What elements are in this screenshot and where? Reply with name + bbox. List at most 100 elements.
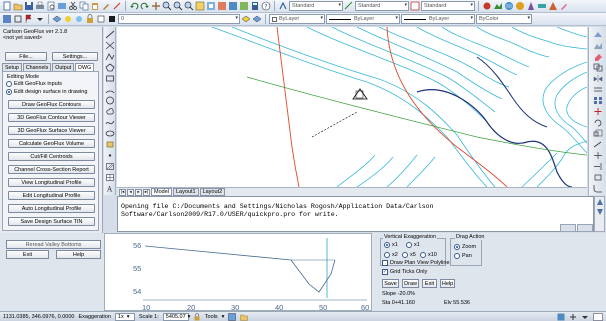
profile-save-button[interactable]: Save — [382, 279, 399, 288]
move-icon[interactable] — [593, 107, 603, 116]
point-icon[interactable] — [105, 151, 115, 160]
ellipse-icon[interactable] — [105, 129, 115, 138]
scroll-left-icon[interactable] — [560, 224, 576, 232]
layer-dropdown[interactable]: 0 ▾ — [118, 14, 240, 24]
exaggeration-dropdown[interactable]: 1x ▾ — [114, 312, 135, 321]
surface-3d-icon[interactable] — [593, 30, 603, 39]
workspace-icon[interactable] — [2, 14, 12, 24]
calculator-icon[interactable] — [250, 1, 260, 11]
command-scrollbar[interactable] — [594, 196, 605, 232]
plot-style-dropdown[interactable]: ByColor ▾ — [476, 14, 532, 24]
reread-valley-bottoms-button[interactable]: Reread Valley Bottoms — [6, 240, 101, 249]
scale-dropdown[interactable]: 5405.07 ▾ — [162, 312, 190, 321]
zoom-realtime-icon[interactable] — [162, 1, 172, 11]
exaggeration-option-4[interactable]: x5 — [402, 252, 416, 258]
scroll-right-icon[interactable] — [577, 224, 593, 232]
table-style-dropdown[interactable]: Standard ▾ — [421, 1, 475, 11]
layer-manager-icon[interactable] — [52, 14, 62, 24]
tool-palettes-icon[interactable] — [217, 1, 227, 11]
profile-help-button[interactable]: Help — [56, 250, 101, 259]
block-editor-icon[interactable] — [112, 1, 122, 11]
publish-icon[interactable] — [57, 1, 67, 11]
insert-block-icon[interactable] — [105, 140, 115, 149]
scroll-up-icon[interactable] — [597, 199, 603, 205]
tab-channels[interactable]: Channels — [22, 63, 52, 71]
design-center-icon[interactable] — [206, 1, 216, 11]
edit-longitudinal-profile-button[interactable]: Edit Longitudinal Profile — [8, 191, 95, 200]
copy-object-icon[interactable] — [593, 63, 603, 72]
view-longitudinal-profile-button[interactable]: View Longitudinal Profile — [8, 178, 95, 187]
polyline-icon[interactable] — [105, 52, 115, 61]
array-icon[interactable] — [593, 96, 603, 105]
exaggeration-option-3[interactable]: x2 — [384, 252, 398, 258]
profile-draw-button[interactable]: Draw — [402, 279, 419, 288]
layer-previous-icon[interactable] — [252, 14, 262, 24]
cross-section-report-button[interactable]: Channel Cross-Section Report — [8, 165, 95, 174]
last-layout-icon[interactable]: ▸| — [143, 188, 150, 196]
tin-icon[interactable] — [548, 1, 558, 11]
tab-model[interactable]: Model — [151, 188, 172, 196]
stretch-icon[interactable] — [593, 140, 603, 149]
mirror-icon[interactable] — [593, 74, 603, 83]
construction-line-icon[interactable] — [105, 41, 115, 50]
previous-layout-icon[interactable]: ◂ — [127, 188, 134, 196]
survey-icon[interactable] — [526, 1, 536, 11]
drag-zoom-option[interactable]: Zoom — [454, 244, 476, 250]
profile-exit-button[interactable]: Exit — [6, 250, 49, 259]
layer-lock-icon[interactable] — [85, 14, 95, 24]
surface-icon[interactable] — [493, 1, 503, 11]
gps-icon[interactable] — [515, 1, 525, 11]
line-icon[interactable] — [105, 30, 115, 39]
hatch-icon[interactable] — [105, 162, 115, 171]
lineweight-dropdown[interactable]: ByLayer ▾ — [401, 14, 475, 24]
drawing-canvas[interactable] — [117, 27, 587, 187]
first-layout-icon[interactable]: |◂ — [119, 188, 126, 196]
clean-screen-icon[interactable] — [593, 312, 603, 321]
auto-longitudinal-profile-button[interactable]: Auto Longitudinal Profile — [8, 204, 95, 213]
help-icon[interactable]: ? — [261, 1, 271, 11]
save-design-surface-tin-button[interactable]: Save Design Surface TIN — [8, 217, 95, 226]
layer-isolate-icon[interactable] — [107, 14, 117, 24]
extend-icon[interactable] — [593, 162, 603, 171]
multiline-text-icon[interactable]: A — [105, 184, 115, 194]
status-menu-icon[interactable] — [581, 313, 589, 321]
zoom-window-icon[interactable] — [173, 1, 183, 11]
polygon-icon[interactable] — [105, 63, 115, 72]
redo-icon[interactable] — [140, 1, 150, 11]
grid-ticks-only-checkbox[interactable]: ✓ Grid Ticks Only — [382, 269, 427, 275]
lock-icon[interactable] — [193, 312, 201, 321]
tab-layout1[interactable]: Layout1 — [172, 188, 199, 196]
print-icon[interactable] — [35, 1, 45, 11]
tab-output[interactable]: Output — [52, 63, 75, 71]
contour-viewer-button[interactable]: 3D GeoFlux Contour Viewer — [8, 113, 95, 122]
terrain-icon[interactable] — [593, 41, 603, 50]
snap-settings-icon[interactable] — [13, 14, 23, 24]
revision-cloud-icon[interactable] — [105, 107, 115, 116]
circle-icon[interactable] — [105, 96, 115, 105]
exaggeration-option-1[interactable]: x1 — [384, 242, 398, 248]
profile-help-button-2[interactable]: Help — [440, 279, 455, 288]
status-tray-icon[interactable] — [569, 313, 577, 321]
radio-edit-design-surface[interactable]: Edit design surface in drawing — [6, 89, 87, 95]
text-style-dropdown[interactable]: Standard ▾ — [289, 1, 343, 11]
layer-on-icon[interactable] — [63, 14, 73, 24]
next-layout-icon[interactable]: ▸ — [135, 188, 142, 196]
pencil-icon[interactable] — [559, 1, 569, 11]
globe-icon[interactable] — [504, 1, 514, 11]
tools-label[interactable]: Tools — [205, 314, 218, 320]
scale-icon[interactable] — [593, 129, 603, 138]
table-icon[interactable] — [105, 173, 115, 182]
tab-layout2[interactable]: Layout2 — [199, 188, 226, 196]
cut-icon[interactable] — [68, 1, 78, 11]
dimension-style-dropdown[interactable]: Standard ▾ — [355, 1, 409, 11]
paste-icon[interactable] — [90, 1, 100, 11]
erase-icon[interactable] — [593, 52, 603, 61]
radio-edit-inputs[interactable]: Edit GeoFlux inputs — [6, 81, 62, 87]
scroll-down-icon[interactable] — [597, 209, 603, 215]
spline-icon[interactable] — [105, 118, 115, 127]
command-horizontal-scroll[interactable] — [560, 224, 593, 232]
exaggeration-option-5[interactable]: x10 — [420, 252, 437, 258]
flag-icon[interactable] — [24, 14, 34, 24]
trim-icon[interactable] — [593, 151, 603, 160]
layer-freeze-icon[interactable] — [74, 14, 84, 24]
